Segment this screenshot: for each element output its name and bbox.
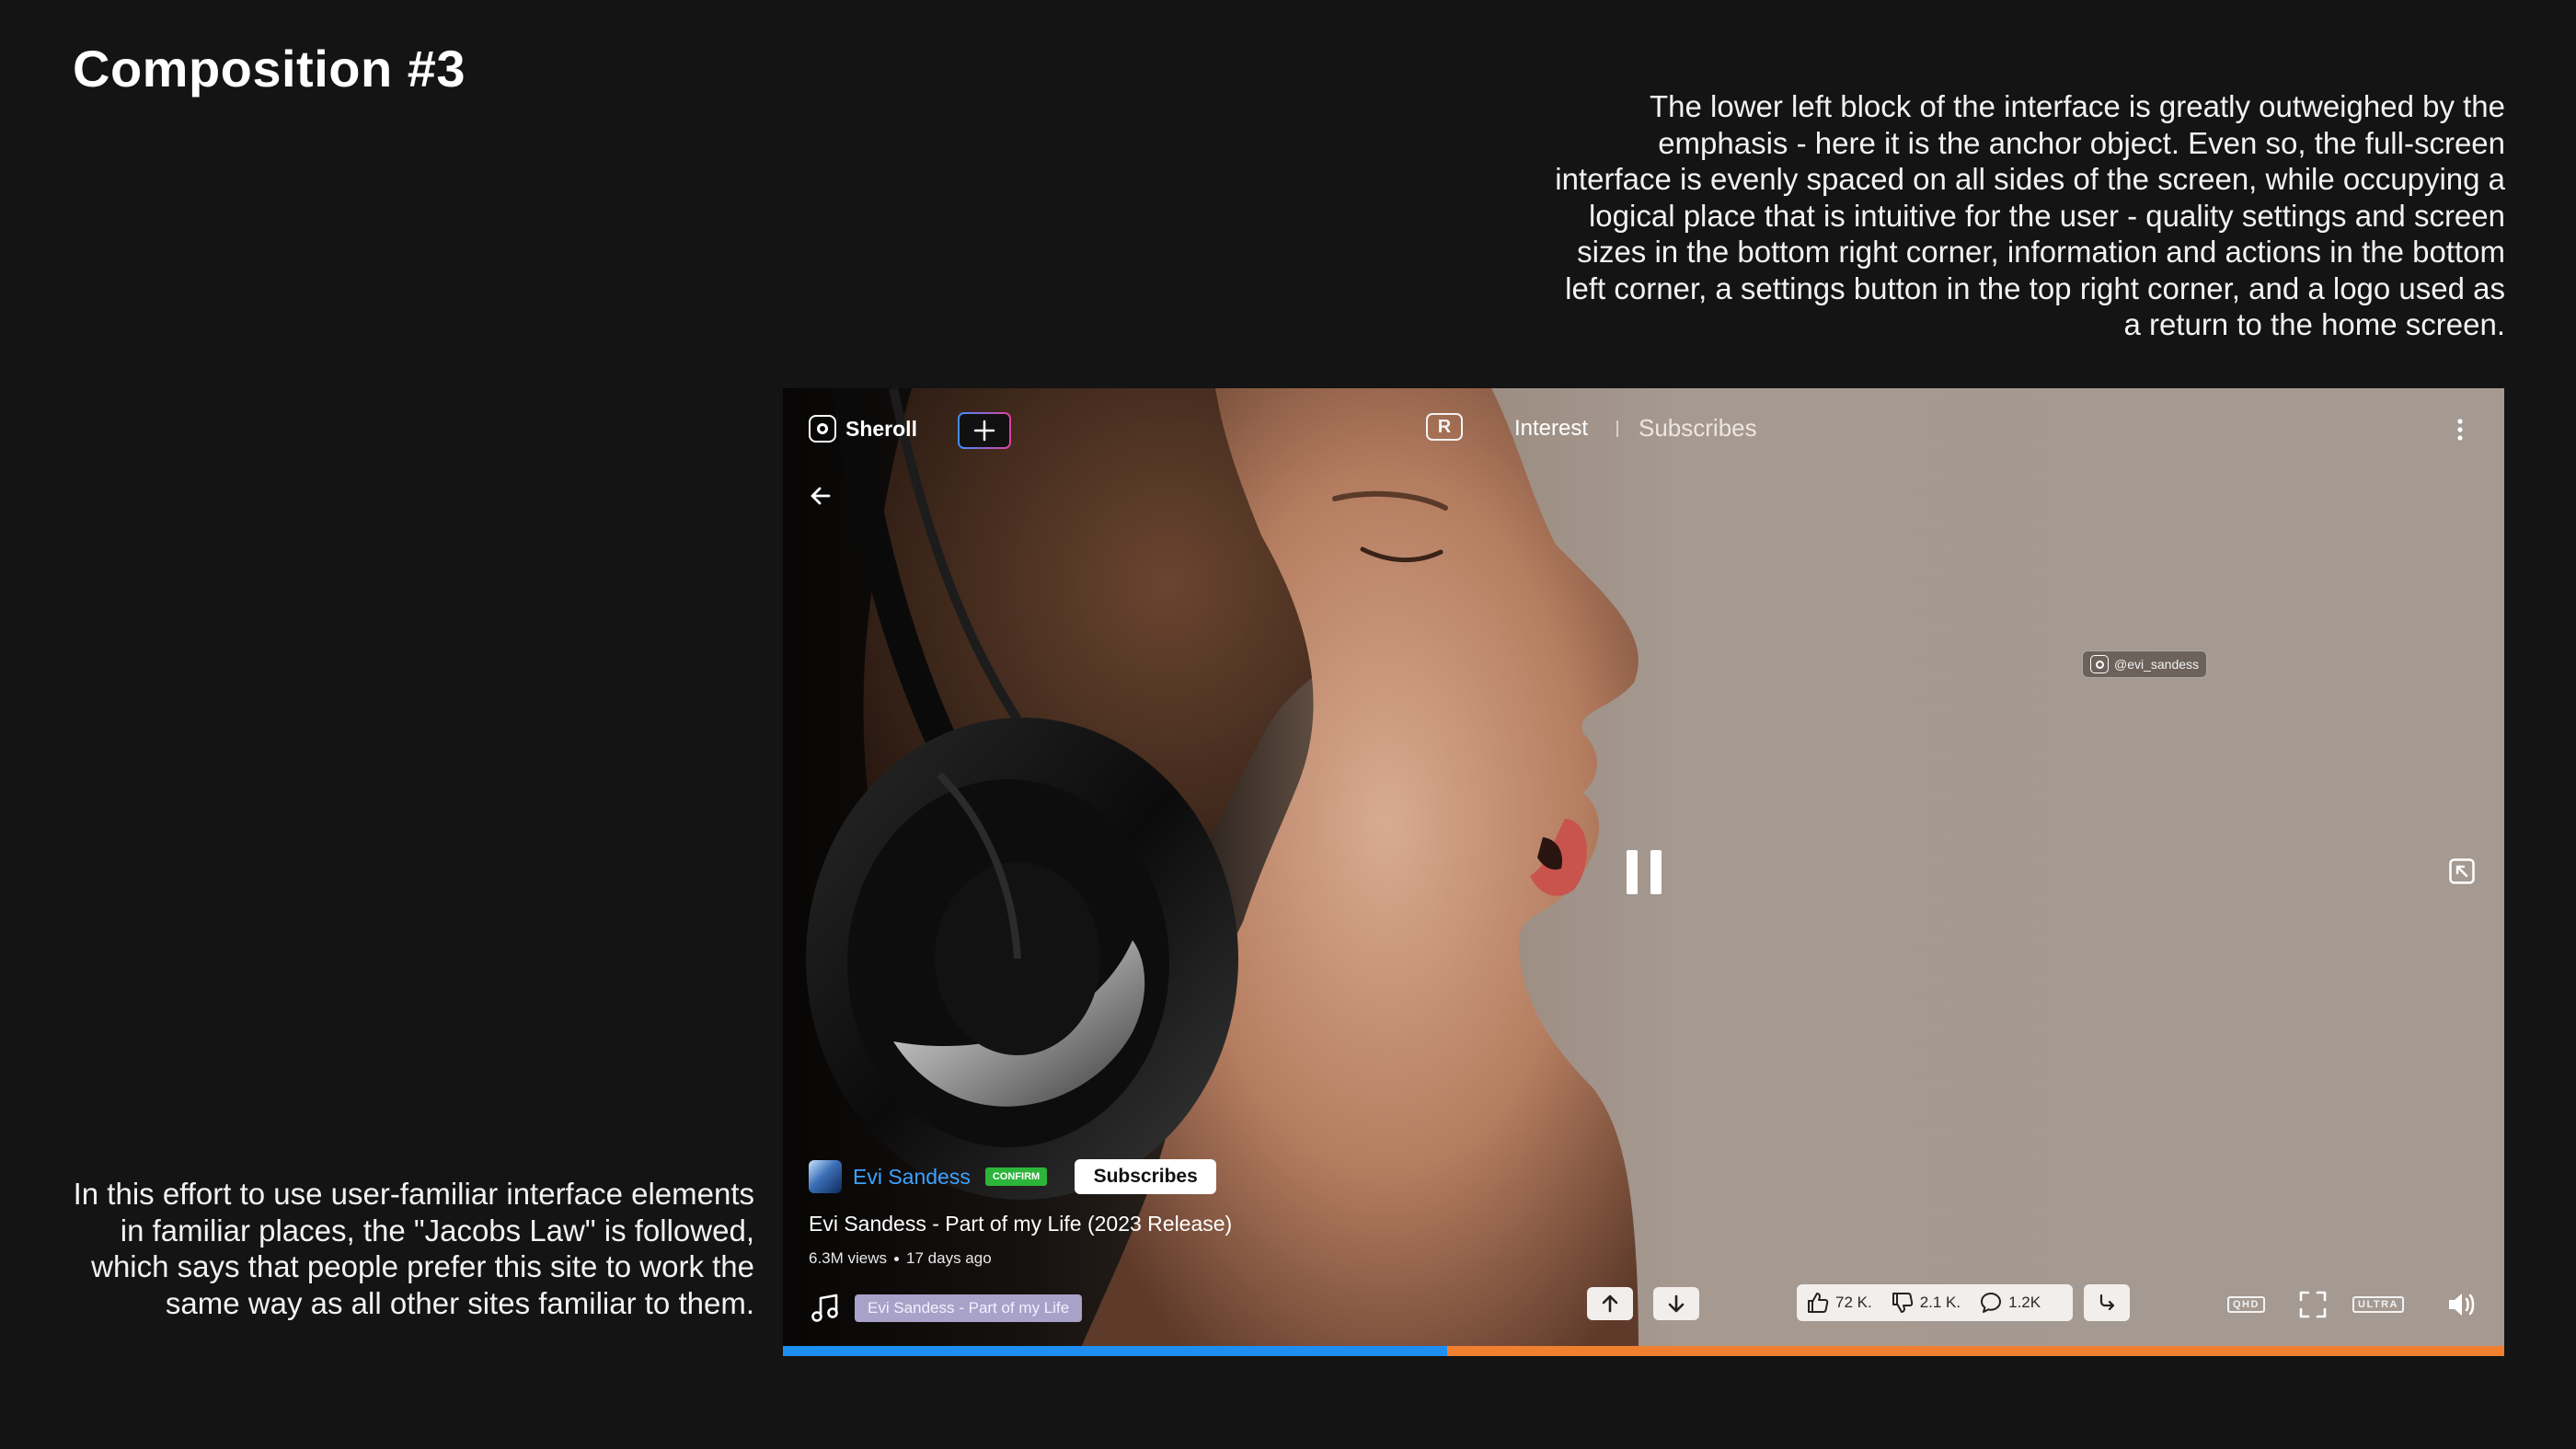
comment-icon (1981, 1293, 2002, 1313)
music-note-icon (811, 1294, 838, 1322)
thumbs-up-icon (1808, 1293, 1829, 1313)
logo-text: Sheroll (845, 416, 917, 441)
engagement-group: 72 K. 2.1 K. 1.2K (1797, 1284, 2073, 1321)
video-title: Evi Sandess - Part of my Life (2023 Rele… (809, 1212, 1233, 1236)
dislike-button[interactable]: 2.1 K. (1891, 1291, 1961, 1315)
watermark-logo-icon (2090, 655, 2109, 673)
miniplayer-icon[interactable] (2448, 857, 2476, 885)
progress-played (783, 1346, 1448, 1356)
r-logo-icon[interactable]: R (1426, 413, 1463, 441)
volume-icon[interactable] (2446, 1290, 2478, 1319)
video-player[interactable]: Sheroll R Interest Subscribes @evi_sande… (783, 388, 2504, 1356)
qhd-quality-button[interactable]: QHD (2227, 1296, 2265, 1313)
share-icon (2099, 1294, 2115, 1311)
sheroll-logo[interactable]: Sheroll (809, 415, 917, 443)
description-top: The lower left block of the interface is… (1555, 89, 2505, 341)
dislike-count: 2.1 K. (1919, 1294, 1961, 1311)
tab-divider (1616, 420, 1618, 437)
plus-icon (973, 420, 995, 442)
page-title: Composition #3 (73, 40, 466, 98)
comments-button[interactable]: 1.2K (1979, 1291, 2041, 1315)
like-count: 72 K. (1835, 1294, 1872, 1311)
video-meta: 6.3M views 17 days ago (809, 1249, 992, 1268)
arrow-up-icon (1602, 1294, 1618, 1313)
previous-video-button[interactable] (1587, 1287, 1633, 1320)
avatar[interactable] (809, 1160, 842, 1193)
channel-row: Evi Sandess CONFIRM Subscribes (809, 1159, 1217, 1194)
share-button[interactable] (2084, 1284, 2130, 1321)
back-arrow-icon[interactable] (809, 484, 833, 508)
pause-icon[interactable] (1627, 850, 1663, 894)
fullscreen-icon[interactable] (2298, 1290, 2328, 1319)
channel-watermark: @evi_sandess (2082, 650, 2208, 678)
verified-badge: CONFIRM (984, 1167, 1048, 1186)
tab-subscribes[interactable]: Subscribes (1639, 414, 1757, 443)
music-chip[interactable]: Evi Sandess - Part of my Life (855, 1294, 1083, 1322)
watermark-handle: @evi_sandess (2114, 657, 2200, 672)
next-video-button[interactable] (1653, 1287, 1699, 1320)
thumbs-down-icon (1892, 1293, 1913, 1313)
description-bottom: In this effort to use user-familiar inte… (73, 1177, 754, 1320)
r-logo-letter: R (1437, 416, 1452, 437)
subscribe-button[interactable]: Subscribes (1075, 1159, 1217, 1194)
upload-age: 17 days ago (906, 1249, 992, 1267)
progress-bar[interactable] (783, 1346, 2504, 1356)
channel-name[interactable]: Evi Sandess (853, 1165, 971, 1190)
tab-interest[interactable]: Interest (1514, 416, 1588, 442)
sheroll-logo-icon (809, 415, 836, 443)
ultra-quality-button[interactable]: ULTRA (2352, 1296, 2404, 1313)
arrow-down-icon (1668, 1294, 1685, 1313)
kebab-menu-icon[interactable] (2455, 416, 2465, 443)
like-button[interactable]: 72 K. (1806, 1291, 1872, 1315)
view-count: 6.3M views (809, 1249, 888, 1267)
comment-count: 1.2K (2008, 1294, 2041, 1311)
create-button[interactable] (958, 412, 1011, 449)
